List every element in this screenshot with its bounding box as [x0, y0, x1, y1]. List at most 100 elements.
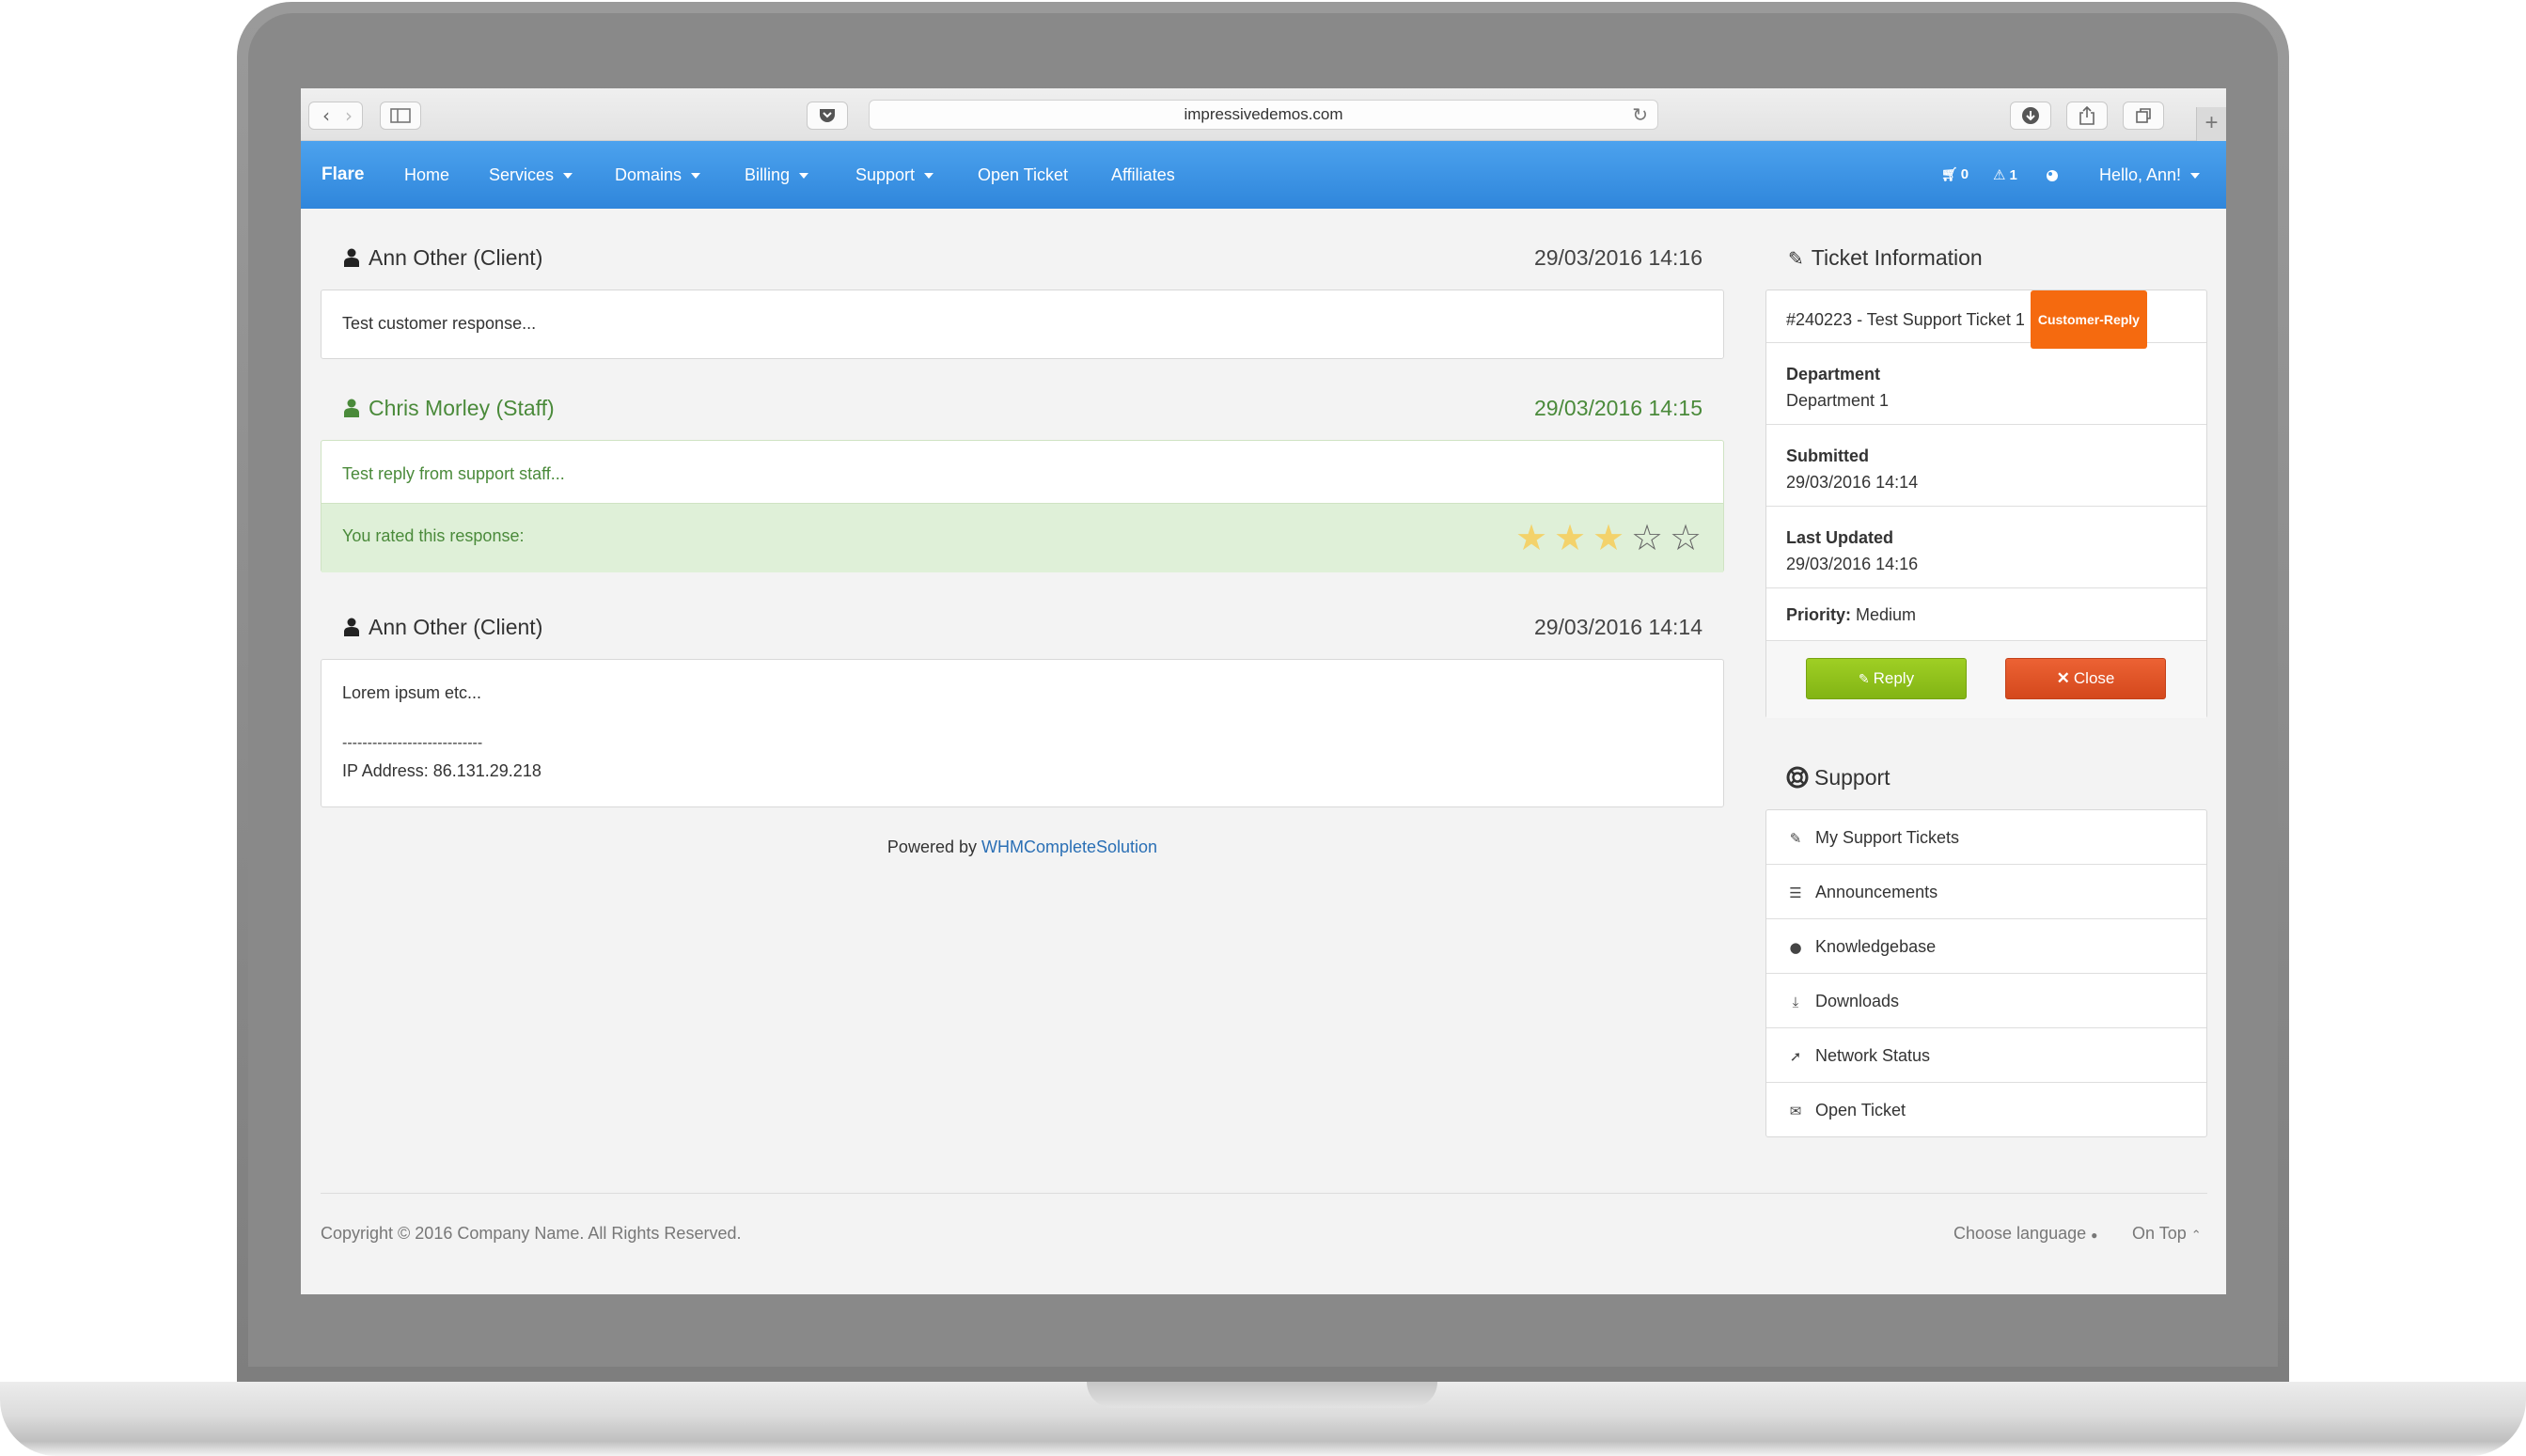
back-forward-group: ‹ › — [308, 102, 363, 130]
close-icon: ✕ — [2056, 669, 2070, 687]
department-label: Department — [1786, 365, 1881, 384]
nav-open-ticket[interactable]: Open Ticket — [978, 141, 1068, 209]
support-item-announcements[interactable]: ☰ Announcements — [1766, 865, 2206, 919]
cart-link[interactable]: 🛒︎ 0 — [1941, 141, 1969, 209]
close-button-label: Close — [2073, 669, 2115, 687]
nav-affiliates[interactable]: Affiliates — [1111, 141, 1175, 209]
chevron-down-icon — [691, 173, 701, 180]
nav-support-label: Support — [855, 165, 916, 184]
pocket-icon[interactable] — [807, 102, 848, 130]
department-row: Department Department 1 — [1766, 343, 2206, 425]
ticket-icon: ✎ — [1789, 830, 1802, 847]
footer-divider — [321, 1193, 2207, 1194]
ticket-info-heading: ✎ Ticket Information — [1788, 245, 1983, 271]
alerts-count: 1 — [2009, 167, 2017, 183]
url-bar[interactable]: impressivedemos.com ↻ — [869, 100, 1658, 130]
pencil-icon: ✎ — [1858, 672, 1870, 687]
last-updated-row: Last Updated 29/03/2016 14:16 — [1766, 507, 2206, 588]
lifebuoy-icon — [1786, 766, 1809, 789]
submitted-row: Submitted 29/03/2016 14:14 — [1766, 425, 2206, 507]
star-filled-icon[interactable]: ★ — [1592, 519, 1624, 556]
user-menu-label: Hello, Ann! — [2099, 165, 2182, 184]
nav-domains[interactable]: Domains — [615, 141, 701, 209]
star-rating[interactable]: ★ ★ ★ ☆ ☆ — [1515, 519, 1713, 556]
support-item-downloads[interactable]: ⤓ Downloads — [1766, 974, 2206, 1028]
post-message: Lorem ipsum etc... — [342, 683, 482, 702]
cart-count: 0 — [1960, 166, 1969, 182]
department-value: Department 1 — [1786, 391, 1890, 410]
globe-icon: ● — [2091, 1229, 2098, 1242]
powered-by: Powered by WHMCompleteSolution — [301, 838, 1744, 857]
ticket-info-panel: #240223 - Test Support Ticket 1 Customer-… — [1765, 290, 2207, 718]
support-item-label: Knowledgebase — [1815, 937, 1937, 956]
support-item-label: Announcements — [1815, 883, 1938, 901]
post-message: Test customer response... — [342, 314, 537, 333]
post-author-name: Ann Other (Client) — [369, 245, 543, 270]
tabs-icon[interactable] — [2123, 102, 2164, 130]
submitted-value: 29/03/2016 14:14 — [1786, 473, 1919, 492]
share-icon[interactable] — [2066, 102, 2108, 130]
forward-icon[interactable]: › — [339, 102, 358, 129]
post-author: Ann Other (Client) — [344, 245, 542, 271]
rating-bar: You rated this response: ★ ★ ★ ☆ ☆ — [322, 503, 1723, 572]
powered-by-prefix: Powered by — [886, 838, 981, 856]
screen: ‹ › impressivedemos.com ↻ + Flare Home S… — [301, 88, 2226, 1294]
language-label: Choose language — [1953, 1224, 2087, 1243]
ip-address: IP Address: 86.131.29.218 — [342, 761, 541, 780]
user-icon — [344, 399, 359, 417]
back-to-top-link[interactable]: On Top ⌃ — [2132, 1224, 2202, 1244]
laptop-notch — [1087, 1382, 1437, 1408]
star-empty-icon[interactable]: ☆ — [1631, 519, 1663, 556]
download-icon[interactable] — [2010, 102, 2051, 130]
post-date: 29/03/2016 14:15 — [1533, 396, 1702, 420]
reload-icon[interactable]: ↻ — [1632, 101, 1648, 129]
sidebar-toggle-icon[interactable] — [380, 102, 421, 130]
post-author-name: Ann Other (Client) — [369, 615, 543, 639]
alerts-link[interactable]: ⚠ 1 — [1993, 141, 2017, 210]
ticket-title-row: #240223 - Test Support Ticket 1 Customer-… — [1766, 290, 2206, 349]
star-filled-icon[interactable]: ★ — [1554, 519, 1586, 556]
nav-home[interactable]: Home — [404, 141, 449, 209]
chevron-up-icon: ⌃ — [2190, 1229, 2202, 1243]
last-updated-value: 29/03/2016 14:16 — [1786, 555, 1919, 573]
globe-icon[interactable] — [2046, 141, 2059, 209]
support-item-label: My Support Tickets — [1815, 828, 1960, 847]
powered-by-link[interactable]: WHMCompleteSolution — [981, 838, 1157, 856]
support-item-my-tickets[interactable]: ✎ My Support Tickets — [1766, 810, 2206, 865]
user-menu[interactable]: Hello, Ann! — [2099, 141, 2201, 209]
nav-billing[interactable]: Billing — [745, 141, 809, 209]
chevron-down-icon — [2190, 173, 2201, 180]
close-button[interactable]: ✕ Close — [2005, 658, 2166, 699]
ticket-actions: ✎ Reply ✕ Close — [1766, 641, 2206, 718]
nav-services[interactable]: Services — [489, 141, 573, 209]
nav-billing-label: Billing — [745, 165, 791, 184]
chevron-down-icon — [799, 173, 809, 180]
reply-button[interactable]: ✎ Reply — [1806, 658, 1967, 699]
post-author: Ann Other (Client) — [344, 615, 542, 640]
rating-label: You rated this response: — [342, 526, 525, 545]
support-item-label: Downloads — [1815, 992, 1900, 1010]
ticket-info-heading-label: Ticket Information — [1811, 245, 1983, 270]
comments-icon: ✉ — [1789, 1103, 1802, 1119]
post-date: 29/03/2016 14:14 — [1533, 615, 1702, 639]
star-filled-icon[interactable]: ★ — [1515, 519, 1547, 556]
brand-logo[interactable]: Flare — [322, 141, 364, 209]
support-menu: ✎ My Support Tickets ☰ Announcements ● Know… — [1765, 809, 2207, 1137]
ticket-icon: ✎ — [1788, 247, 1804, 270]
post-body: Test customer response... — [321, 290, 1724, 359]
language-chooser[interactable]: Choose language ● — [1953, 1224, 2097, 1244]
new-tab-icon[interactable]: + — [2196, 107, 2226, 141]
nav-support[interactable]: Support — [855, 141, 934, 209]
post-body: Test reply from support staff... You rat… — [321, 440, 1724, 572]
chevron-down-icon — [924, 173, 934, 180]
main-navbar: Flare Home Services Domains Billing Supp… — [301, 141, 2226, 209]
star-empty-icon[interactable]: ☆ — [1670, 519, 1702, 556]
nav-domains-label: Domains — [615, 165, 682, 184]
support-item-network-status[interactable]: ➚ Network Status — [1766, 1028, 2206, 1083]
support-item-knowledgebase[interactable]: ● Knowledgebase — [1766, 919, 2206, 974]
last-updated-label: Last Updated — [1786, 528, 1894, 547]
back-icon[interactable]: ‹ — [317, 102, 336, 129]
support-item-open-ticket[interactable]: ✉ Open Ticket — [1766, 1083, 2206, 1137]
back-to-top-label: On Top — [2132, 1224, 2187, 1243]
url-text: impressivedemos.com — [1184, 105, 1343, 123]
